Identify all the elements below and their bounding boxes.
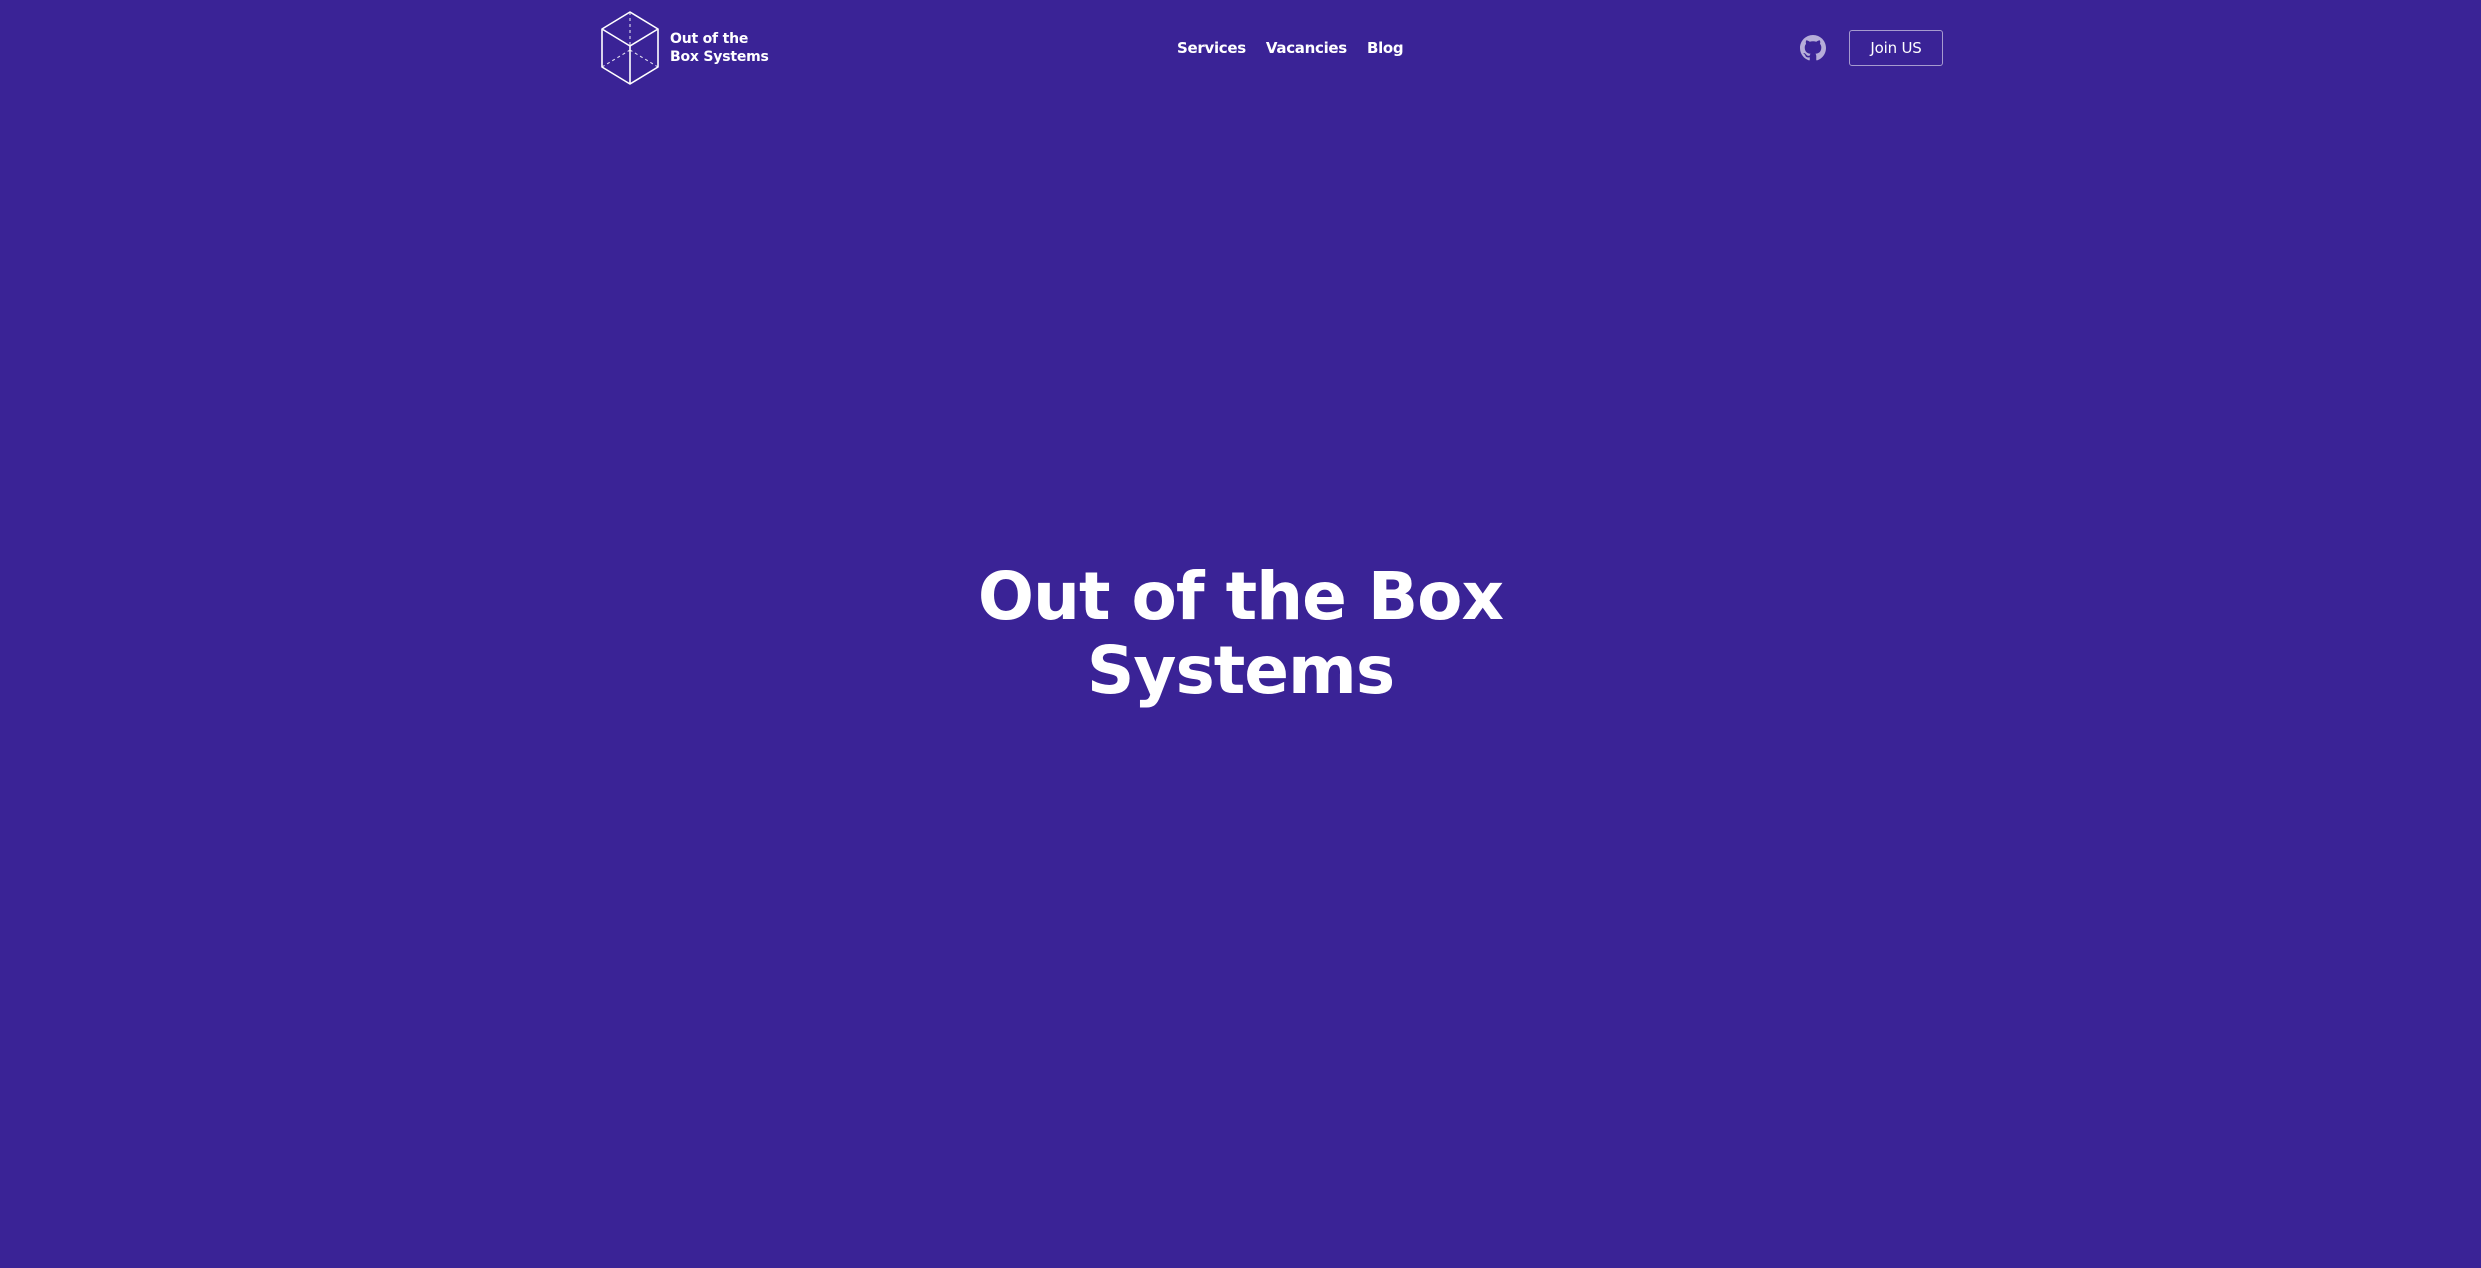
cube-icon	[601, 11, 659, 85]
hero-title-line2: Systems	[1086, 632, 1395, 709]
nav-link-services[interactable]: Services	[1177, 39, 1246, 57]
brand-logo-link[interactable]: Out of the Box Systems	[599, 10, 769, 86]
github-icon[interactable]	[1800, 35, 1826, 61]
brand-name-line2: Box Systems	[670, 49, 769, 65]
hero-title-line1: Out of the Box	[977, 558, 1504, 635]
hero-section: Out of the Box Systems	[0, 560, 2481, 708]
nav-link-blog[interactable]: Blog	[1367, 39, 1404, 57]
main-nav: Services Vacancies Blog	[1177, 36, 1404, 60]
brand-name-line1: Out of the	[670, 31, 749, 47]
hero-title: Out of the Box Systems	[0, 560, 2481, 708]
join-us-button[interactable]: Join US	[1849, 30, 1943, 66]
nav-link-vacancies[interactable]: Vacancies	[1266, 39, 1347, 57]
brand-name: Out of the Box Systems	[670, 30, 769, 66]
site-header: Out of the Box Systems Services Vacancie…	[0, 0, 2481, 96]
